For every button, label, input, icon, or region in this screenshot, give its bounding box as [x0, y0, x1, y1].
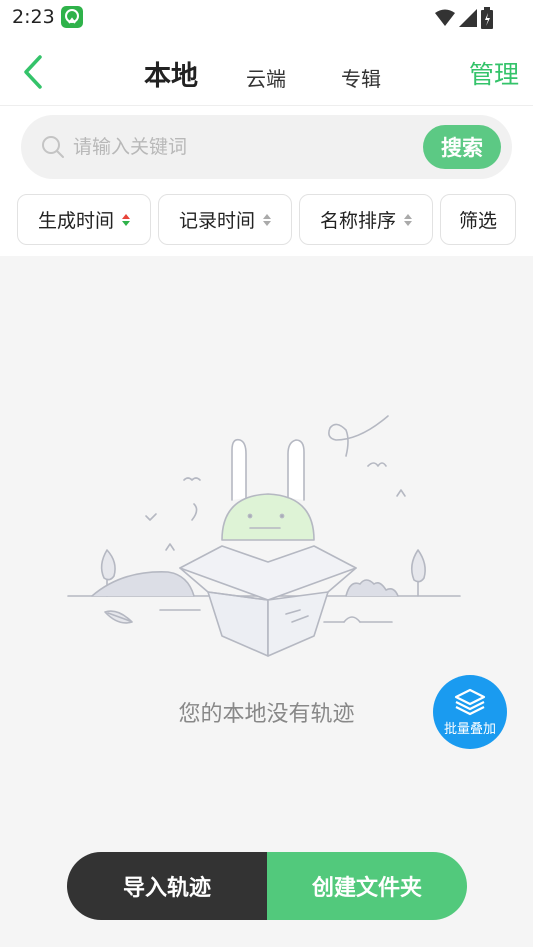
- battery-icon: [481, 7, 493, 29]
- sort-arrows-icon: [263, 213, 271, 226]
- back-button[interactable]: [18, 52, 50, 92]
- signal-icon: [459, 9, 477, 27]
- tab-local[interactable]: 本地: [144, 54, 198, 93]
- filter-record-time[interactable]: 记录时间: [158, 194, 292, 245]
- wifi-icon: [435, 9, 455, 26]
- search-icon: [42, 136, 64, 158]
- batch-label: 批量叠加: [443, 721, 496, 737]
- sort-arrows-icon: [122, 213, 130, 226]
- filter-button[interactable]: 筛选: [440, 194, 516, 245]
- create-folder-button[interactable]: 创建文件夹: [267, 852, 467, 920]
- sort-arrows-icon: [404, 213, 412, 226]
- layers-icon: [454, 688, 486, 715]
- search-box: 搜索: [21, 115, 512, 179]
- tab-cloud[interactable]: 云端: [246, 63, 286, 92]
- search-button[interactable]: 搜索: [423, 125, 501, 169]
- bottom-action-bar: 导入轨迹 创建文件夹: [67, 852, 467, 920]
- batch-overlay-button[interactable]: 批量叠加: [433, 675, 507, 749]
- nav-bar: 本地 云端 专辑 管理: [0, 36, 533, 106]
- status-time: 2:23: [12, 6, 55, 28]
- chevron-left-icon: [24, 55, 42, 89]
- app-notification-icon: [61, 6, 83, 28]
- tab-album[interactable]: 专辑: [341, 63, 381, 92]
- filter-created-time[interactable]: 生成时间: [17, 194, 151, 245]
- status-indicators: [435, 7, 493, 29]
- search-input[interactable]: [73, 129, 413, 165]
- status-bar: 2:23: [0, 0, 533, 36]
- filter-label: 名称排序: [319, 210, 396, 232]
- filter-label: 筛选: [458, 210, 497, 232]
- manage-button[interactable]: 管理: [469, 55, 519, 91]
- filter-name-sort[interactable]: 名称排序: [299, 194, 433, 245]
- search-area: 搜索: [0, 106, 533, 188]
- filter-label: 生成时间: [37, 210, 114, 232]
- import-track-button[interactable]: 导入轨迹: [67, 852, 267, 920]
- empty-state-illustration: [67, 415, 461, 657]
- filter-row: 生成时间 记录时间 名称排序 筛选: [0, 188, 533, 256]
- filter-label: 记录时间: [178, 210, 255, 232]
